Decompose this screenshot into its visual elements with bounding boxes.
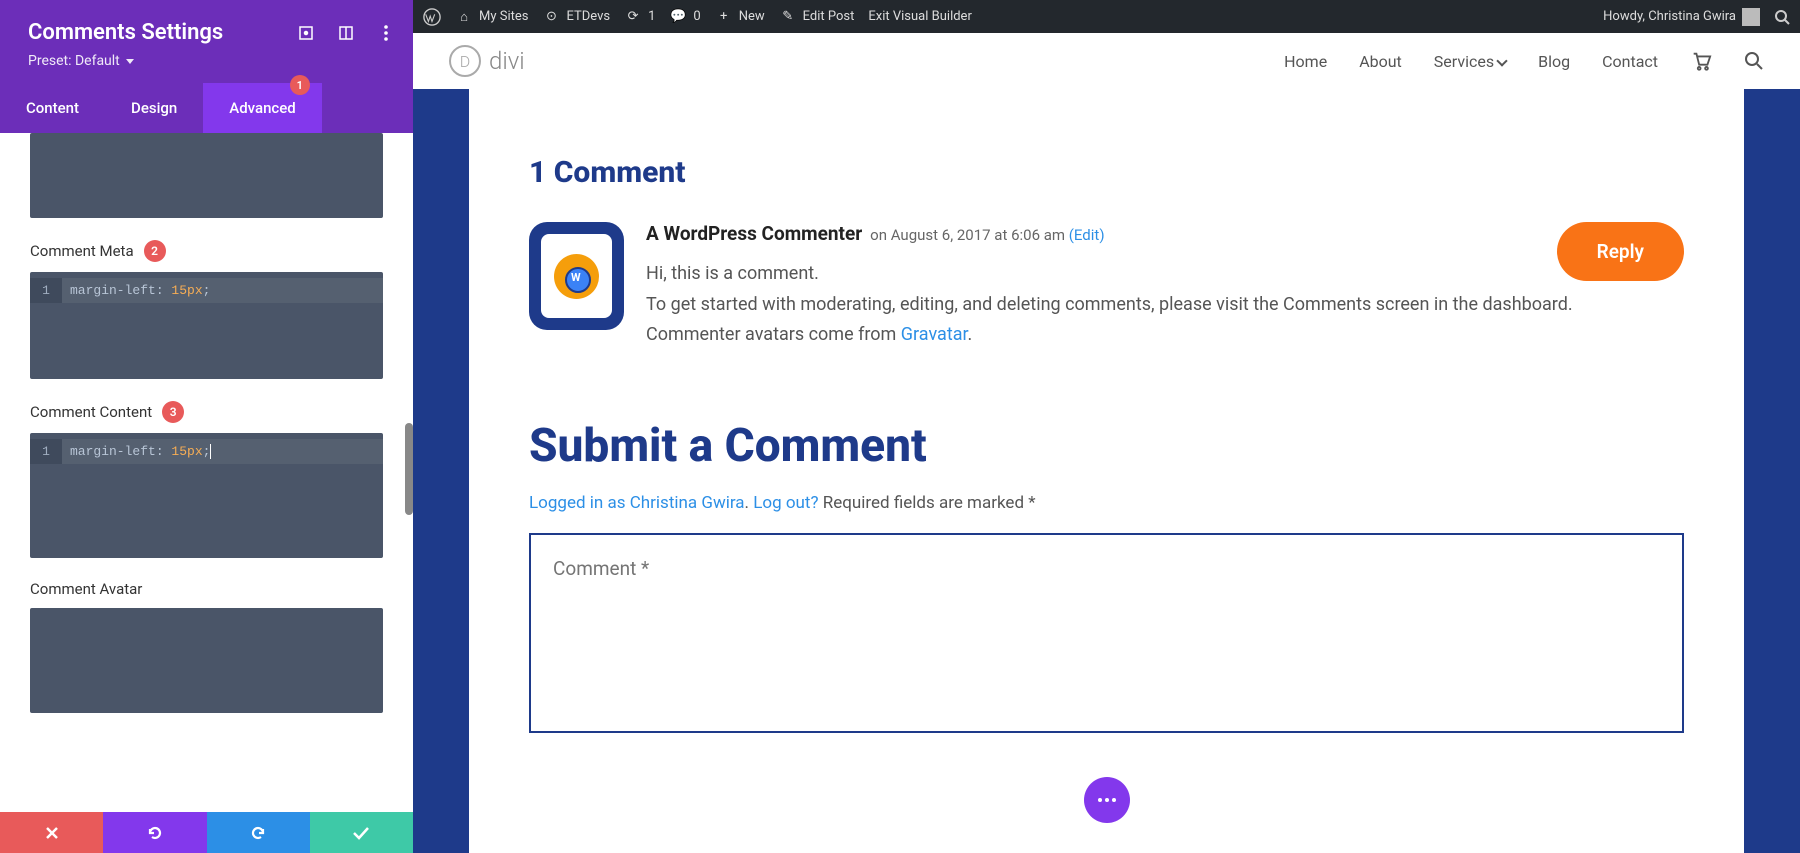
comment-icon: 💬 (669, 8, 687, 26)
tab-content[interactable]: Content (0, 83, 105, 133)
comment-meta: on August 6, 2017 at 6:06 am (Edit) (870, 226, 1104, 244)
reply-button[interactable]: Reply (1557, 222, 1684, 281)
wp-admin-bar: ⌂My Sites ⊙ETDevs ⟳1 💬0 +New ✎Edit Post … (413, 0, 1800, 33)
field-comment-content: Comment Content 3 (30, 401, 383, 423)
marker-3: 3 (162, 401, 184, 423)
preset-selector[interactable]: Preset: Default (28, 53, 385, 69)
field-comment-avatar: Comment Avatar (30, 580, 383, 598)
code-box-prev[interactable] (30, 133, 383, 218)
panel-footer (0, 812, 413, 853)
comment-edit-link[interactable]: (Edit) (1069, 226, 1105, 244)
field-comment-meta: Comment Meta 2 (30, 240, 383, 262)
tab-badge: 1 (290, 75, 310, 95)
wp-logo-icon[interactable] (423, 8, 441, 26)
main-nav: Home About Services Blog Contact (1284, 50, 1764, 72)
site-etdevs[interactable]: ⊙ETDevs (542, 8, 610, 26)
edit-post[interactable]: ✎Edit Post (779, 8, 855, 26)
site-header: D divi Home About Services Blog Contact (413, 33, 1800, 89)
fab-button[interactable] (1084, 777, 1130, 823)
nav-about[interactable]: About (1359, 52, 1402, 71)
marker-2: 2 (144, 240, 166, 262)
panel-body: Comment Meta 2 1 margin-left: 15px; Comm… (0, 133, 413, 812)
cart-icon[interactable] (1690, 50, 1712, 72)
logo-icon: D (449, 45, 481, 77)
new-content[interactable]: +New (715, 8, 765, 26)
gravatar-link[interactable]: Gravatar (901, 324, 968, 345)
content-wrap: 1 Comment W A WordPress Commenter (413, 89, 1800, 853)
chevron-down-icon (1496, 55, 1507, 66)
pencil-icon: ✎ (779, 8, 797, 26)
redo-button[interactable] (207, 812, 310, 853)
search-icon[interactable] (1774, 9, 1790, 25)
nav-contact[interactable]: Contact (1602, 52, 1658, 71)
dots-icon (1098, 798, 1116, 802)
panel-tabs: Content Design Advanced 1 (0, 83, 413, 133)
nav-search-icon[interactable] (1744, 51, 1764, 71)
site-logo[interactable]: D divi (449, 45, 525, 77)
nav-blog[interactable]: Blog (1538, 52, 1570, 71)
exit-visual-builder[interactable]: Exit Visual Builder (868, 9, 971, 24)
plus-icon: + (715, 8, 733, 26)
dashboard-icon: ⊙ (542, 8, 560, 26)
comments-title: 1 Comment (529, 155, 1684, 190)
undo-button[interactable] (103, 812, 206, 853)
code-avatar[interactable] (30, 608, 383, 713)
comment-item: W A WordPress Commenter on August 6, 201… (529, 222, 1684, 351)
page-content: 1 Comment W A WordPress Commenter (469, 89, 1744, 853)
nav-services[interactable]: Services (1434, 52, 1506, 71)
tab-design[interactable]: Design (105, 83, 203, 133)
comment-text: Hi, this is a comment. To get started wi… (646, 259, 1684, 351)
comment-avatar: W (529, 222, 624, 330)
submit-title: Submit a Comment (529, 419, 1684, 473)
tab-advanced[interactable]: Advanced 1 (203, 83, 321, 133)
code-content-box[interactable]: 1 margin-left: 15px; (30, 433, 383, 558)
updates[interactable]: ⟳1 (624, 8, 655, 26)
settings-panel: Comments Settings Preset: Default Conten… (0, 0, 413, 853)
howdy-user[interactable]: Howdy, Christina Gwira (1603, 8, 1760, 26)
logged-in-link[interactable]: Logged in as Christina Gwira (529, 493, 745, 513)
scrollbar[interactable] (405, 423, 413, 515)
wapuu-icon: W (549, 249, 604, 304)
more-icon[interactable] (377, 24, 395, 42)
caret-down-icon (126, 59, 134, 64)
panel-header: Comments Settings Preset: Default (0, 0, 413, 83)
my-sites[interactable]: ⌂My Sites (455, 8, 528, 26)
logout-link[interactable]: Log out? (753, 493, 818, 513)
cancel-button[interactable] (0, 812, 103, 853)
nav-home[interactable]: Home (1284, 52, 1327, 71)
code-meta[interactable]: 1 margin-left: 15px; (30, 272, 383, 379)
submit-meta: Logged in as Christina Gwira. Log out? R… (529, 493, 1684, 513)
comments-count[interactable]: 💬0 (669, 8, 700, 26)
user-avatar-icon (1742, 8, 1760, 26)
expand-icon[interactable] (297, 24, 315, 42)
refresh-icon: ⟳ (624, 8, 642, 26)
responsive-icon[interactable] (337, 24, 355, 42)
save-button[interactable] (310, 812, 413, 853)
comment-textarea[interactable] (529, 533, 1684, 733)
main-area: ⌂My Sites ⊙ETDevs ⟳1 💬0 +New ✎Edit Post … (413, 0, 1800, 853)
sites-icon: ⌂ (455, 8, 473, 26)
comment-author[interactable]: A WordPress Commenter (646, 222, 862, 245)
